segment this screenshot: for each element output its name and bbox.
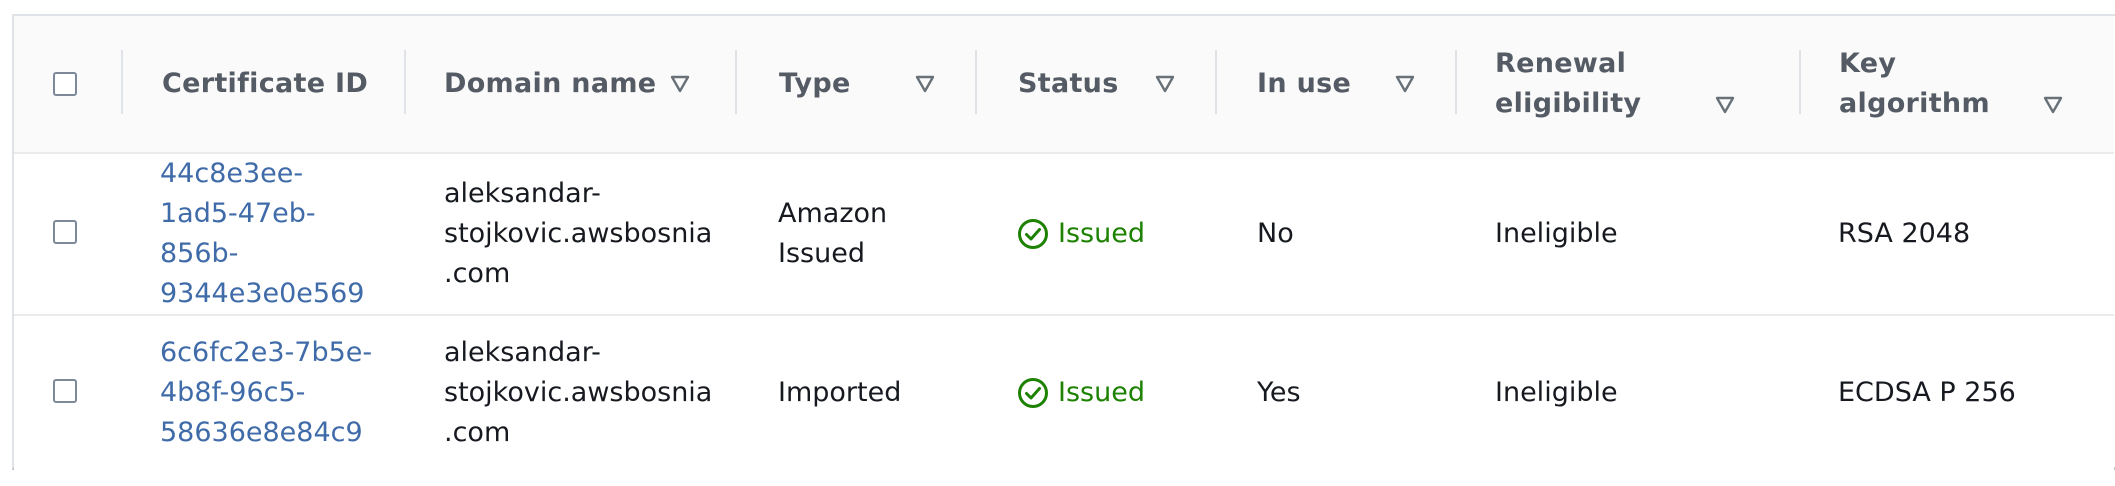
column-label: Renewal eligibility <box>1495 44 1641 124</box>
column-header-renewal-eligibility[interactable]: Renewal eligibility <box>1455 16 1799 154</box>
in-use-cell: Yes <box>1215 315 1455 470</box>
column-header-certificate-id: Certificate ID <box>121 16 404 154</box>
check-circle-icon <box>1018 219 1048 249</box>
column-label: In use <box>1257 68 1352 99</box>
status-cell: Issued <box>975 315 1215 470</box>
select-all-checkbox[interactable] <box>53 72 77 96</box>
domain-name: aleksandar- stojkovic.awsbosnia .com <box>444 174 735 294</box>
certificate-id-line: 1ad5-47eb- <box>160 198 316 229</box>
certificate-type: Imported <box>778 377 902 408</box>
renewal-eligibility-cell: Ineligible <box>1455 315 1799 470</box>
check-circle-icon <box>1018 378 1048 408</box>
certificate-id-line: 44c8e3ee- <box>160 158 304 189</box>
renewal-eligibility-value: Ineligible <box>1495 377 1618 408</box>
domain-name-cell: aleksandar- stojkovic.awsbosnia .com <box>404 153 735 316</box>
status-text: Issued <box>1058 218 1145 249</box>
table-row[interactable]: 6c6fc2e3-7b5e- 4b8f-96c5- 58636e8e84c9 a… <box>14 315 2114 470</box>
row-checkbox[interactable] <box>53 220 77 244</box>
certificate-id-line: 9344e3e0e569 <box>160 278 365 309</box>
renewal-eligibility-cell: Ineligible <box>1455 153 1799 316</box>
caret-down-outline-icon[interactable] <box>915 75 935 93</box>
domain-name-line: stojkovic.awsbosnia <box>444 218 713 249</box>
key-algorithm-value: ECDSA P 256 <box>1838 377 2016 408</box>
column-separator <box>404 50 406 114</box>
status-cell: Issued <box>975 153 1215 316</box>
certificate-id-line: 4b8f-96c5- <box>160 377 306 408</box>
certificate-id-cell: 44c8e3ee- 1ad5-47eb- 856b- 9344e3e0e569 <box>121 153 404 316</box>
column-label: Status <box>1018 68 1119 99</box>
key-algorithm-value: RSA 2048 <box>1838 218 1971 249</box>
column-label: Type <box>779 68 851 99</box>
caret-down-outline-icon[interactable] <box>1715 96 1735 114</box>
caret-down-outline-icon[interactable] <box>2043 96 2063 114</box>
column-header-status[interactable]: Status <box>975 16 1215 154</box>
domain-name-line: aleksandar- <box>444 178 601 209</box>
domain-name: aleksandar- stojkovic.awsbosnia .com <box>444 333 735 453</box>
certificate-id-link[interactable]: 6c6fc2e3-7b5e- 4b8f-96c5- 58636e8e84c9 <box>160 333 404 453</box>
column-label-line: Key <box>1839 48 1897 79</box>
certificate-id-link[interactable]: 44c8e3ee- 1ad5-47eb- 856b- 9344e3e0e569 <box>160 154 404 314</box>
certificate-type-line: Amazon <box>778 198 888 229</box>
domain-name-line: aleksandar- <box>444 337 601 368</box>
column-label: Domain name <box>444 68 657 99</box>
in-use-value: Yes <box>1257 377 1301 408</box>
certificates-table: Certificate ID Domain name Type Status I… <box>12 14 2115 470</box>
column-separator <box>1455 50 1457 114</box>
select-all-header <box>14 16 121 154</box>
key-algorithm-cell: RSA 2048 <box>1799 153 2114 316</box>
in-use-value: No <box>1257 218 1294 249</box>
status-text: Issued <box>1058 377 1145 408</box>
column-label-line: Renewal <box>1495 48 1627 79</box>
certificate-type-line: Issued <box>778 238 865 269</box>
renewal-eligibility-value: Ineligible <box>1495 218 1618 249</box>
status-indicator: Issued <box>1017 373 1145 413</box>
domain-name-line: .com <box>444 258 511 289</box>
caret-down-outline-icon[interactable] <box>670 75 690 93</box>
table-header-row: Certificate ID Domain name Type Status I… <box>14 16 2114 154</box>
domain-name-cell: aleksandar- stojkovic.awsbosnia .com <box>404 315 735 470</box>
column-label: Key algorithm <box>1839 44 1990 124</box>
row-checkbox[interactable] <box>53 379 77 403</box>
in-use-cell: No <box>1215 153 1455 316</box>
key-algorithm-cell: ECDSA P 256 <box>1799 315 2114 470</box>
certificate-id-line: 6c6fc2e3-7b5e- <box>160 337 373 368</box>
row-select-cell <box>14 153 121 316</box>
domain-name-line: stojkovic.awsbosnia <box>444 377 713 408</box>
column-header-key-algorithm[interactable]: Key algorithm <box>1799 16 2114 154</box>
column-header-in-use[interactable]: In use <box>1215 16 1455 154</box>
certificate-id-line: 58636e8e84c9 <box>160 417 363 448</box>
column-separator <box>735 50 737 114</box>
status-indicator: Issued <box>1017 214 1145 254</box>
certificate-type: Amazon Issued <box>778 194 975 274</box>
column-header-domain-name[interactable]: Domain name <box>404 16 735 154</box>
column-separator <box>1215 50 1217 114</box>
column-separator <box>121 50 123 114</box>
column-separator <box>975 50 977 114</box>
column-label-line: eligibility <box>1495 88 1642 119</box>
type-cell: Amazon Issued <box>735 153 975 316</box>
certificate-id-line: 856b- <box>160 238 239 269</box>
domain-name-line: .com <box>444 417 511 448</box>
row-select-cell <box>14 315 121 470</box>
column-header-type[interactable]: Type <box>735 16 975 154</box>
caret-down-outline-icon[interactable] <box>1155 75 1175 93</box>
caret-down-outline-icon[interactable] <box>1395 75 1415 93</box>
type-cell: Imported <box>735 315 975 470</box>
column-separator <box>1799 50 1801 114</box>
certificate-id-cell: 6c6fc2e3-7b5e- 4b8f-96c5- 58636e8e84c9 <box>121 315 404 470</box>
column-label: Certificate ID <box>162 68 369 99</box>
column-label-line: algorithm <box>1839 88 1990 119</box>
table-row[interactable]: 44c8e3ee- 1ad5-47eb- 856b- 9344e3e0e569 … <box>14 153 2114 316</box>
